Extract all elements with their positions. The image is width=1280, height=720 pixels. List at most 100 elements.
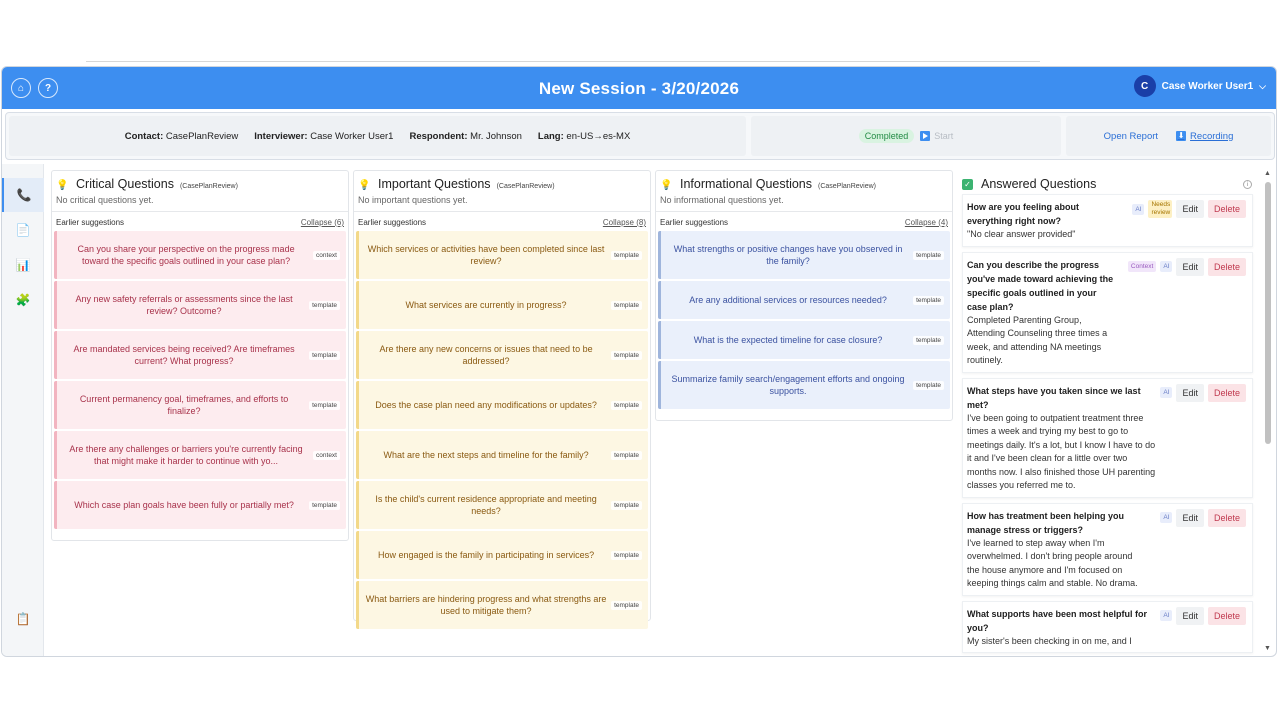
column-header: 💡 Informational Questions (CasePlanRevie… [656, 171, 952, 193]
question-text: What strengths or positive changes have … [673, 244, 903, 266]
item-actions: AI Edit Delete [1160, 383, 1246, 402]
play-icon [920, 131, 931, 141]
column-subtitle: (CasePlanReview) [496, 183, 555, 190]
item-actions: AI Edit Delete [1160, 508, 1246, 527]
puzzle-icon[interactable]: 🧩 [2, 283, 44, 317]
header-bar: ⌂ ? New Session - 3/20/2026 C Case Worke… [2, 67, 1276, 109]
scrollbar[interactable]: ▲ ▼ [1264, 170, 1272, 652]
question-card[interactable]: Which case plan goals have been fully or… [54, 481, 346, 529]
document-icon[interactable]: 📄 [2, 213, 44, 247]
status-badge: Completed [858, 129, 915, 143]
item-actions: Context AI Edit Delete [1127, 257, 1246, 276]
answered-response: I've been going to outpatient treatment … [967, 412, 1156, 491]
column-header: 💡 Critical Questions (CasePlanReview) [52, 171, 348, 193]
answered-item: Can you describe the progress you've mad… [962, 251, 1253, 373]
source-tag: template [913, 335, 944, 345]
scrollbar-thumb[interactable] [1265, 182, 1271, 444]
source-tag: template [913, 250, 944, 260]
delete-button[interactable]: Delete [1207, 508, 1246, 527]
contact-info: Contact: CasePlanReview [124, 130, 239, 142]
item-actions: AI Edit Delete [1160, 606, 1246, 625]
chart-icon[interactable]: 📊 [2, 248, 44, 282]
answered-title: Answered Questions [981, 177, 1097, 191]
question-text: Can you share your perspective on the pr… [77, 244, 295, 266]
question-text: Which services or activities have been c… [367, 244, 605, 266]
source-tag: template [611, 500, 642, 510]
session-details: Contact: CasePlanReview Interviewer: Cas… [9, 116, 746, 156]
question-text: Summarize family search/engagement effor… [671, 374, 905, 396]
question-text: Are there any new concerns or issues tha… [379, 344, 593, 366]
earlier-label: Earlier suggestions [660, 218, 729, 227]
delete-button[interactable]: Delete [1207, 200, 1246, 218]
question-card[interactable]: Can you share your perspective on the pr… [54, 231, 346, 279]
empty-message: No important questions yet. [358, 195, 468, 205]
scroll-down-icon[interactable]: ▼ [1264, 645, 1271, 652]
question-card[interactable]: Is the child's current residence appropr… [356, 481, 648, 529]
question-card[interactable]: Does the case plan need any modification… [356, 381, 648, 429]
start-button[interactable]: Start [920, 131, 953, 141]
lightbulb-icon: 💡 [56, 180, 69, 191]
language-info: Lang: en-US→es-MX [537, 130, 631, 142]
open-report-link[interactable]: Open Report [1104, 131, 1158, 142]
question-card[interactable]: Any new safety referrals or assessments … [54, 281, 346, 329]
source-tag: template [309, 350, 340, 360]
column-subtitle: (CasePlanReview) [818, 183, 876, 190]
user-menu[interactable]: C Case Worker User1 ⌵ [1133, 75, 1266, 97]
report-actions: Open Report ⬇ Recording [1066, 116, 1271, 156]
edit-button[interactable]: Edit [1176, 200, 1204, 218]
ai-badge: AI [1160, 261, 1173, 272]
scroll-up-icon[interactable]: ▲ [1264, 170, 1271, 177]
answered-item: How are you feeling about everything rig… [962, 194, 1253, 247]
source-tag: template [309, 500, 340, 510]
collapse-link[interactable]: Collapse (4) [905, 218, 948, 227]
question-card[interactable]: Current permanency goal, timeframes, and… [54, 381, 346, 429]
info-icon[interactable]: i [1243, 179, 1252, 189]
lightbulb-icon: 💡 [358, 180, 371, 191]
edit-button[interactable]: Edit [1176, 508, 1204, 527]
question-text: Are any additional services or resources… [689, 295, 887, 305]
delete-button[interactable]: Delete [1207, 606, 1246, 625]
question-card[interactable]: Are there any challenges or barriers you… [54, 431, 346, 479]
checkbox-icon: ✓ [962, 178, 973, 190]
empty-message: No critical questions yet. [56, 195, 154, 205]
question-card[interactable]: What are the next steps and timeline for… [356, 431, 648, 479]
source-tag: context [313, 250, 340, 260]
question-card[interactable]: What strengths or positive changes have … [658, 231, 950, 279]
avatar: C [1133, 75, 1156, 97]
delete-button[interactable]: Delete [1207, 257, 1246, 276]
answered-item: What steps have you taken since we last … [962, 377, 1253, 498]
question-card[interactable]: What services are currently in progress?… [356, 281, 648, 329]
collapse-link[interactable]: Collapse (8) [603, 218, 646, 227]
question-card[interactable]: What is the expected timeline for case c… [658, 321, 950, 359]
edit-button[interactable]: Edit [1176, 257, 1204, 276]
top-divider [86, 61, 1040, 62]
recording-link[interactable]: ⬇ Recording [1176, 131, 1233, 142]
question-card[interactable]: How engaged is the family in participati… [356, 531, 648, 579]
ai-badge: AI [1132, 203, 1145, 215]
question-card[interactable]: Are mandated services being received? Ar… [54, 331, 346, 379]
column-header: 💡 Important Questions (CasePlanReview) [354, 171, 650, 193]
download-icon: ⬇ [1176, 131, 1187, 141]
question-card[interactable]: What barriers are hindering progress and… [356, 581, 648, 629]
question-text: What is the expected timeline for case c… [693, 335, 883, 345]
earlier-label: Earlier suggestions [358, 218, 427, 227]
answered-response: I've learned to step away when I'm overw… [967, 537, 1138, 589]
clipboard-icon[interactable]: 📋 [2, 602, 44, 636]
question-text: How engaged is the family in participati… [377, 550, 595, 560]
edit-button[interactable]: Edit [1176, 383, 1204, 402]
question-text: Any new safety referrals or assessments … [75, 294, 293, 316]
phone-icon[interactable]: 📞 [2, 178, 44, 212]
answered-question: How has treatment been helping you manag… [967, 510, 1125, 535]
column-title: Informational Questions [680, 177, 813, 191]
session-status: Completed Start [751, 116, 1061, 156]
edit-button[interactable]: Edit [1176, 606, 1204, 625]
question-card[interactable]: Are there any new concerns or issues tha… [356, 331, 648, 379]
source-tag: template [913, 295, 944, 305]
collapse-link[interactable]: Collapse (6) [301, 218, 344, 227]
delete-button[interactable]: Delete [1207, 383, 1246, 402]
question-card[interactable]: Are any additional services or resources… [658, 281, 950, 319]
question-card[interactable]: Summarize family search/engagement effor… [658, 361, 950, 409]
question-card[interactable]: Which services or activities have been c… [356, 231, 648, 279]
needs-review-badge: Needs review [1148, 200, 1173, 218]
sidebar: 📞 📄 📊 🧩 📋 [2, 164, 44, 656]
